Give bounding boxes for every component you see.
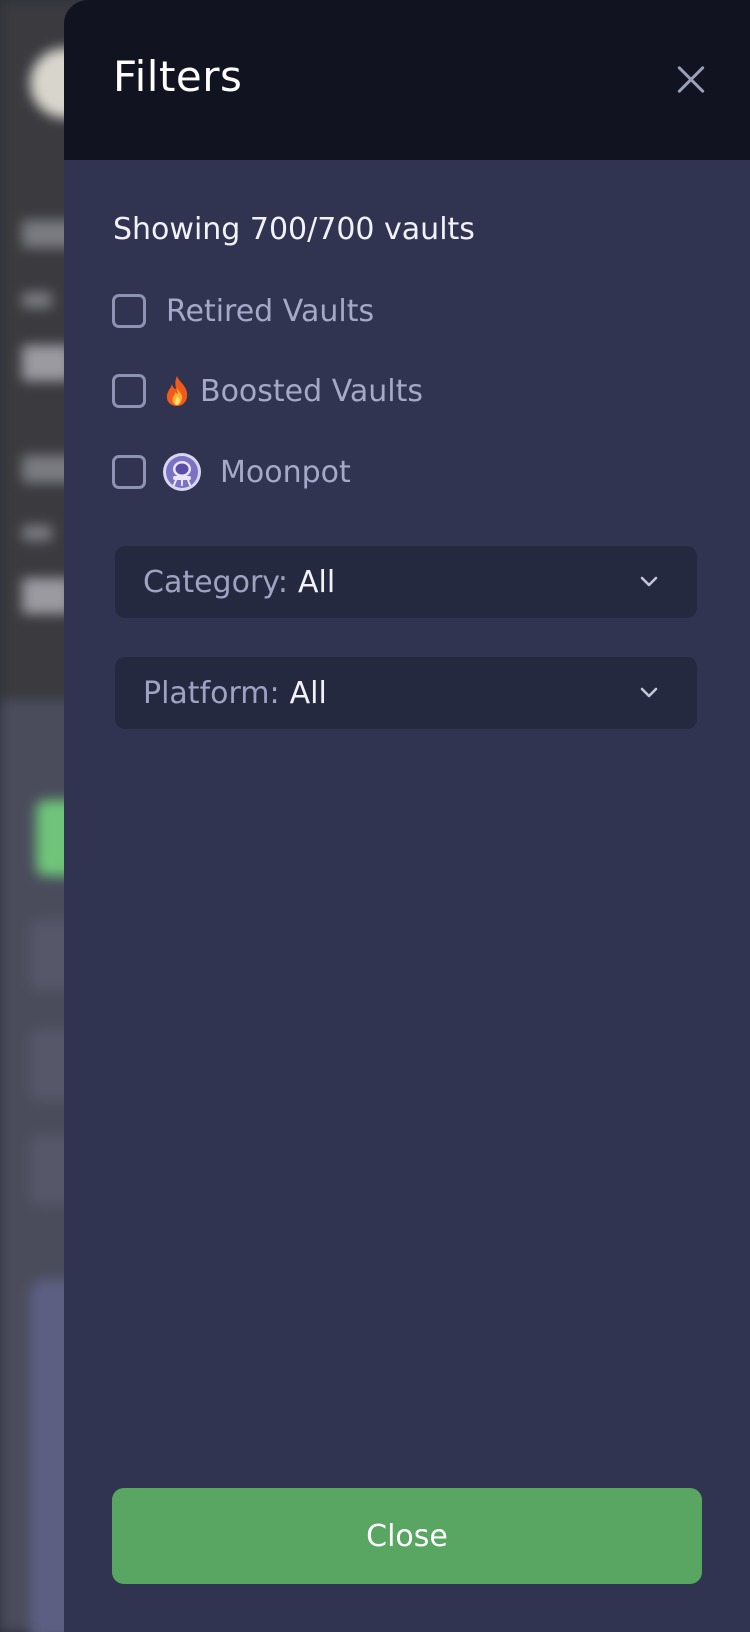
retired-vaults-label: Retired Vaults: [166, 293, 375, 329]
retired-vaults-filter[interactable]: Retired Vaults: [112, 289, 374, 333]
platform-select-value: All: [289, 675, 327, 711]
category-select-label: Category:: [143, 564, 288, 600]
drawer-header: Filters: [64, 0, 750, 160]
boosted-vaults-filter[interactable]: Boosted Vaults: [112, 369, 423, 413]
background-text-line: [22, 525, 52, 541]
close-icon[interactable]: [671, 60, 711, 100]
drawer-title: Filters: [113, 52, 243, 101]
close-button[interactable]: Close: [112, 1488, 702, 1584]
platform-select-label: Platform:: [143, 675, 280, 711]
chevron-down-icon: [640, 687, 658, 698]
platform-select[interactable]: Platform: All: [115, 657, 697, 729]
vault-count-text: Showing 700/700 vaults: [113, 212, 475, 247]
boosted-vaults-label: Boosted Vaults: [200, 373, 424, 409]
boosted-vaults-checkbox[interactable]: [112, 374, 146, 408]
chevron-down-icon: [640, 576, 658, 587]
retired-vaults-checkbox[interactable]: [112, 294, 146, 328]
filters-drawer: Filters Showing 700/700 vaults Retired V…: [64, 0, 750, 1632]
moonpot-icon: [163, 453, 201, 491]
moonpot-label: Moonpot: [220, 454, 351, 490]
background-text-line: [22, 292, 52, 308]
moonpot-checkbox[interactable]: [112, 455, 146, 489]
fire-icon: [166, 376, 188, 406]
category-select-value: All: [297, 564, 336, 600]
app-screen: Filters Showing 700/700 vaults Retired V…: [0, 0, 750, 1632]
category-select[interactable]: Category: All: [115, 546, 697, 618]
moonpot-filter[interactable]: Moonpot: [112, 450, 351, 494]
